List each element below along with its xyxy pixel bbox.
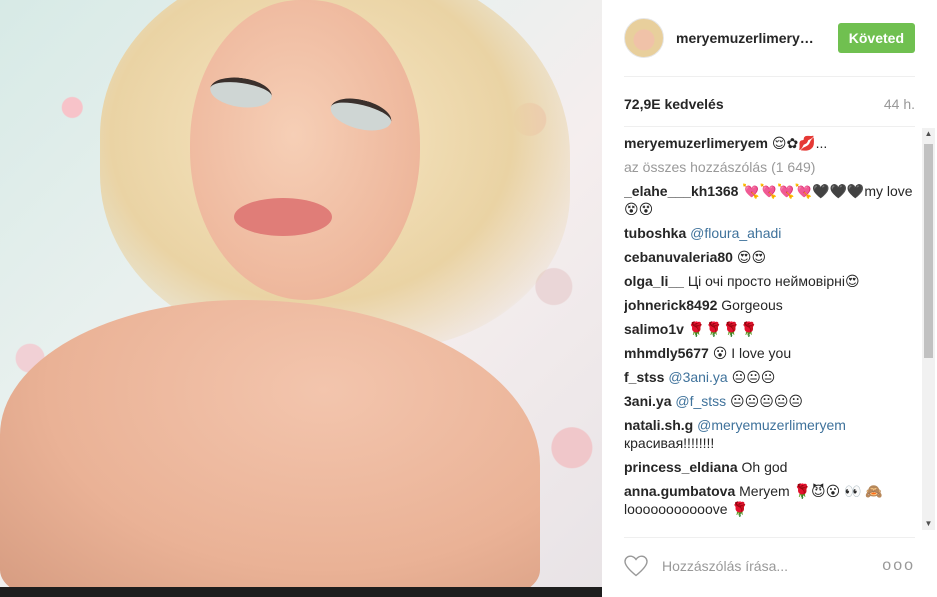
comment-item: salimo1v 🌹🌹🌹🌹 (624, 320, 916, 338)
comment-username[interactable]: tuboshka (624, 225, 686, 241)
comment-username[interactable]: johnerick8492 (624, 297, 717, 313)
comment-item: _elahe___kh1368 💘💘💘💘🖤🖤🖤my love😵😵 (624, 182, 916, 218)
like-heart-icon[interactable] (624, 555, 648, 577)
comment-item: tuboshka @floura_ahadi (624, 224, 916, 242)
scroll-down-arrow-icon[interactable]: ▼ (922, 518, 935, 530)
caption-text: 😌✿💋... (771, 135, 828, 151)
comment-username[interactable]: cebanuvaleria80 (624, 249, 733, 265)
comment-text: красивая!!!!!!!! (624, 435, 715, 451)
comment-item: johnerick8492 Gorgeous (624, 296, 916, 314)
comment-item: princess_eldiana Oh god (624, 458, 916, 476)
comment-username[interactable]: f_stss (624, 369, 664, 385)
post-stats: 72,9E kedvelés 44 h. (624, 96, 915, 112)
comment-username[interactable]: princess_eldiana (624, 459, 738, 475)
caption: meryemuzerlimeryem 😌✿💋... (624, 134, 916, 152)
comment-mention[interactable]: @f_stss (675, 393, 726, 409)
comment-text: Gorgeous (721, 297, 783, 313)
photo-arm (0, 300, 540, 597)
photo-lips (234, 198, 332, 236)
comment-input[interactable] (660, 557, 864, 575)
comment-item: natali.sh.g @meryemuzerlimeryem красивая… (624, 416, 916, 452)
comment-text: Ці очі просто неймовірні😍 (687, 273, 860, 289)
comment-username[interactable]: natali.sh.g (624, 417, 693, 433)
comment-item: anna.gumbatova Meryem 🌹😈😮 👀 🙈 looooooooo… (624, 482, 916, 518)
comment-item: f_stss @3ani.ya 😐😐😐 (624, 368, 916, 386)
comments-divider (624, 537, 915, 538)
comment-mention[interactable]: @3ani.ya (668, 369, 727, 385)
comment-mention[interactable]: @floura_ahadi (690, 225, 781, 241)
likes-count[interactable]: 72,9E kedvelés (624, 96, 724, 112)
comment-username[interactable]: olga_li__ (624, 273, 684, 289)
comment-text: Oh god (741, 459, 788, 475)
post-photo (0, 0, 602, 597)
comment-username[interactable]: 3ani.ya (624, 393, 671, 409)
post-header: meryemuzerlimeryem Követed (624, 18, 915, 58)
comment-mention[interactable]: @meryemuzerlimeryem (697, 417, 846, 433)
comment-username[interactable]: salimo1v (624, 321, 684, 337)
stats-divider (624, 126, 915, 127)
comment-text: 😍😍 (736, 249, 767, 265)
comment-item: mhmdly5677 😮 I love you (624, 344, 916, 362)
comment-username[interactable]: mhmdly5677 (624, 345, 709, 361)
scroll-thumb[interactable] (924, 144, 933, 358)
comment-item: cebanuvaleria80 😍😍 (624, 248, 916, 266)
header-username[interactable]: meryemuzerlimeryem (676, 30, 816, 46)
comment-bar: ooo (624, 552, 915, 580)
comment-text: 😐😐😐 (731, 369, 776, 385)
avatar[interactable] (624, 18, 664, 58)
caption-username[interactable]: meryemuzerlimeryem (624, 135, 768, 151)
comment-username[interactable]: _elahe___kh1368 (624, 183, 738, 199)
comment-text: 🌹🌹🌹🌹 (687, 321, 758, 337)
comment-item: olga_li__ Ці очі просто неймовірні😍 (624, 272, 916, 290)
comment-text: 😮 I love you (712, 345, 792, 361)
post-time[interactable]: 44 h. (884, 96, 915, 112)
comment-username[interactable]: anna.gumbatova (624, 483, 735, 499)
header-divider (624, 76, 915, 77)
comments-list: meryemuzerlimeryem 😌✿💋... az összes hozz… (624, 134, 916, 530)
scroll-up-arrow-icon[interactable]: ▲ (922, 128, 935, 140)
photo-bottom-bar (0, 587, 602, 597)
comment-item: 3ani.ya @f_stss 😐😐😐😐😐 (624, 392, 916, 410)
view-all-comments-link[interactable]: az összes hozzászólás (1 649) (624, 158, 916, 176)
post-side-panel: meryemuzerlimeryem Követed 72,9E kedvelé… (602, 0, 937, 597)
more-options-icon[interactable]: ooo (882, 557, 915, 575)
comment-text: 😐😐😐😐😐 (730, 393, 804, 409)
photo-face (190, 0, 420, 300)
following-button[interactable]: Követed (837, 23, 915, 53)
comments-scrollbar[interactable]: ▲ ▼ (922, 128, 935, 530)
